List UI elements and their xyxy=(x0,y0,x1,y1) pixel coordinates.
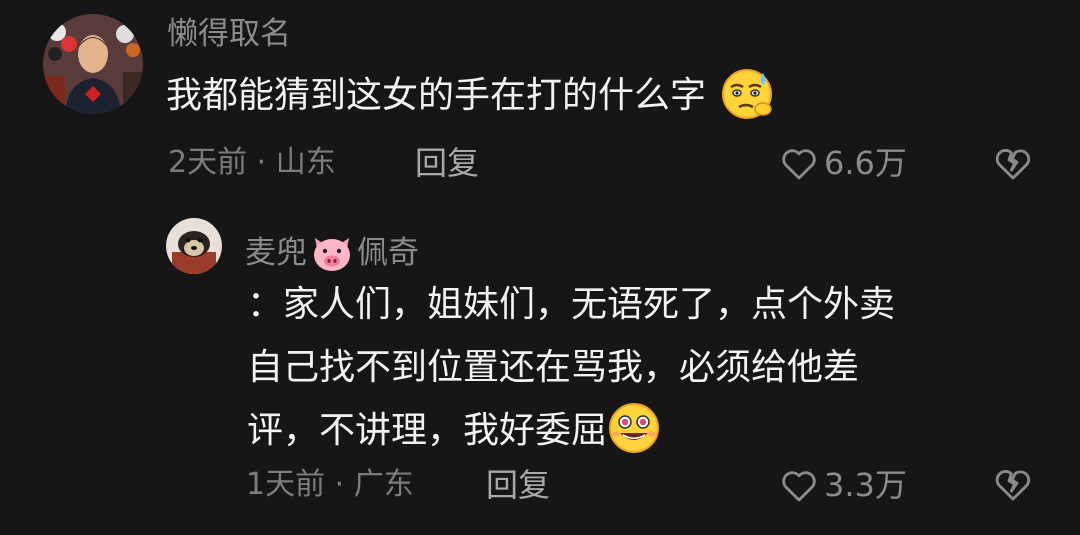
reply-like-button[interactable]: 3.3万 xyxy=(780,467,907,503)
broken-heart-icon xyxy=(995,149,1031,180)
reply-dislike-button[interactable] xyxy=(994,466,1032,506)
comment-thread: 懒得取名 我都能猜到这女的手在打的什么字 2天前 · 山东 回复 6.6万 麦兜… xyxy=(0,0,1080,535)
reply-avatar[interactable] xyxy=(166,218,222,274)
comment-dislike-button[interactable] xyxy=(994,145,1032,185)
reply-text-line1: ：家人们，姐妹们，无语死了，点个外卖 xyxy=(247,284,896,325)
avatar[interactable] xyxy=(43,14,143,114)
comment-like-count: 6.6万 xyxy=(824,144,907,182)
reply-username-part2: 佩奇 xyxy=(357,234,419,271)
comment-username[interactable]: 懒得取名 xyxy=(167,19,291,50)
comment-text-body: 我都能猜到这女的手在打的什么字 xyxy=(166,75,707,116)
smug-emoji xyxy=(719,65,775,121)
grin-emoji xyxy=(607,401,661,455)
reply-text: ：家人们，姐妹们，无语死了，点个外卖 自己找不到位置还在骂我，必须给他差 评，不… xyxy=(247,273,1027,462)
reply-reply-button[interactable]: 回复 xyxy=(486,469,550,501)
heart-outline-icon xyxy=(782,149,816,180)
reply-username-part1: 麦兜 xyxy=(245,234,307,271)
reply-text-line2: 自己找不到位置还在骂我，必须给他差 xyxy=(247,347,860,388)
broken-heart-icon xyxy=(995,470,1031,501)
comment-text: 我都能猜到这女的手在打的什么字 xyxy=(166,64,966,127)
pig-face-emoji xyxy=(309,232,355,274)
comment-reply-button[interactable]: 回复 xyxy=(415,147,479,179)
comment-like-button[interactable]: 6.6万 xyxy=(780,145,907,181)
reply-timestamp-location: 1天前 · 广东 xyxy=(246,467,414,502)
comment-timestamp-location: 2天前 · 山东 xyxy=(168,145,336,180)
reply-like-count: 3.3万 xyxy=(824,466,907,504)
reply-text-line3-wrap: 评，不讲理，我好委屈 xyxy=(247,399,1027,462)
reply-text-line3: 评，不讲理，我好委屈 xyxy=(247,410,608,451)
heart-outline-icon xyxy=(782,471,816,502)
reply-username[interactable]: 麦兜 佩奇 xyxy=(245,232,419,274)
